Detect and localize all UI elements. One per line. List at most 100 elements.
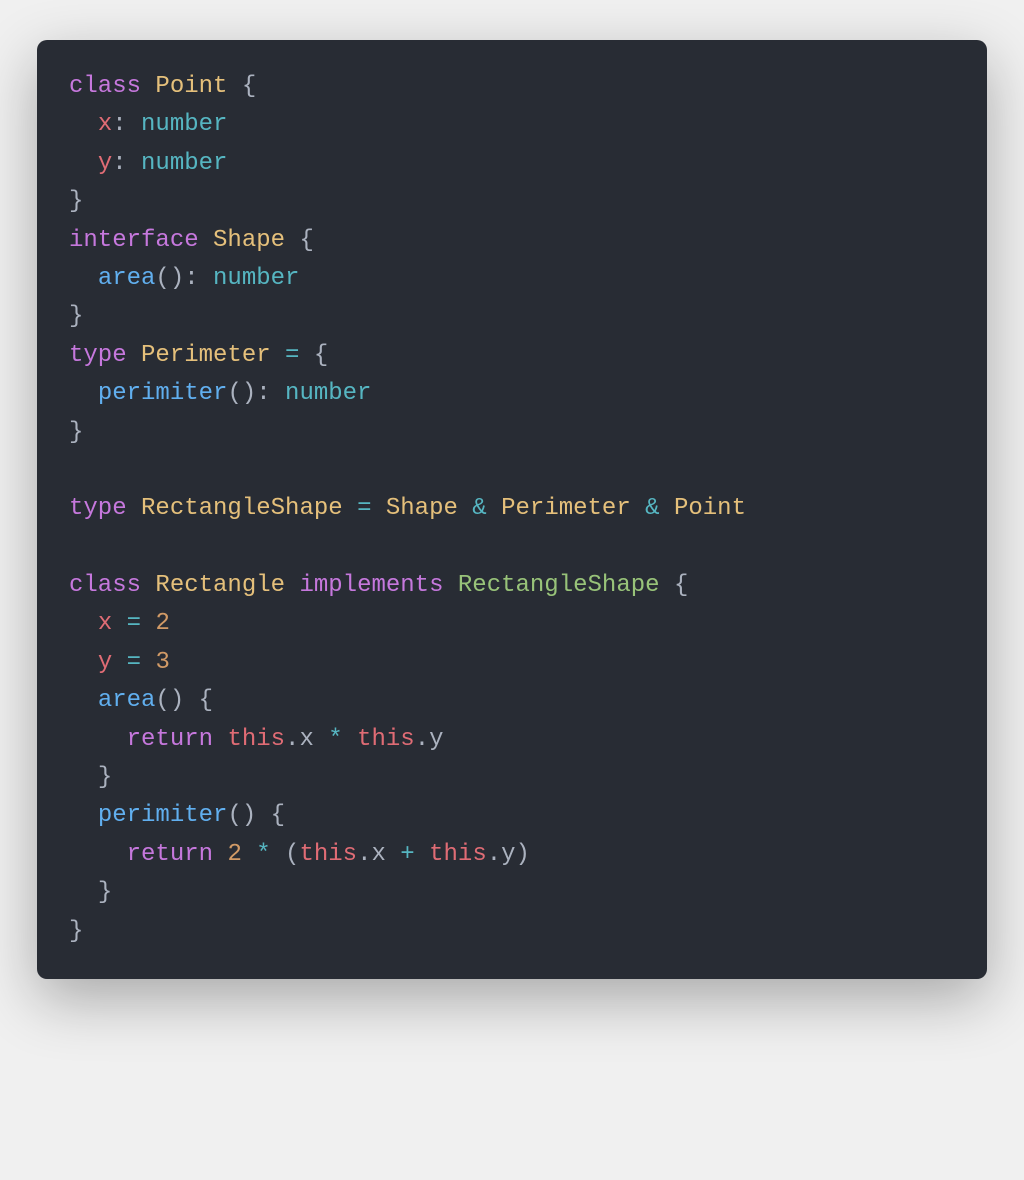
code-token: + — [400, 841, 414, 868]
code-token: this — [429, 841, 487, 868]
code-token — [112, 610, 126, 637]
code-token: RectangleShape — [458, 572, 660, 599]
code-token: } — [69, 419, 83, 446]
code-token: { — [271, 802, 285, 829]
code-token: y — [98, 649, 112, 676]
code-token: (): — [227, 380, 285, 407]
code-token: class — [69, 73, 141, 100]
code-token: (): — [155, 265, 213, 292]
code-token — [199, 227, 213, 254]
code-token: return — [127, 726, 213, 753]
code-token: * — [328, 726, 342, 753]
code-token — [112, 649, 126, 676]
code-window: class Point { x: number y: number } inte… — [37, 40, 987, 979]
code-token — [69, 802, 98, 829]
code-token: () — [227, 802, 270, 829]
code-token — [213, 726, 227, 753]
code-token — [141, 73, 155, 100]
code-token: perimiter — [98, 380, 228, 407]
code-token: : — [112, 150, 141, 177]
code-token: Rectangle — [155, 572, 285, 599]
code-block: class Point { x: number y: number } inte… — [69, 68, 955, 951]
code-token — [343, 495, 357, 522]
code-token — [69, 726, 127, 753]
code-token: } — [69, 303, 83, 330]
code-token: type — [69, 495, 127, 522]
code-token: () — [155, 687, 198, 714]
code-token: area — [98, 687, 156, 714]
code-token: .x — [357, 841, 400, 868]
code-token: area — [98, 265, 156, 292]
code-token — [487, 495, 501, 522]
code-token: Perimeter — [501, 495, 631, 522]
code-token: Shape — [386, 495, 458, 522]
code-token: 3 — [155, 649, 169, 676]
code-token — [299, 342, 313, 369]
code-token: .y) — [487, 841, 530, 868]
code-token: this — [299, 841, 357, 868]
code-token — [69, 879, 98, 906]
code-token: Perimeter — [141, 342, 271, 369]
code-token — [69, 687, 98, 714]
code-token — [69, 841, 127, 868]
code-token: * — [256, 841, 270, 868]
code-token — [69, 111, 98, 138]
code-token — [141, 649, 155, 676]
code-token: = — [357, 495, 371, 522]
code-token: Shape — [213, 227, 285, 254]
code-token: class — [69, 572, 141, 599]
code-token — [69, 380, 98, 407]
code-token: { — [674, 572, 688, 599]
code-token: } — [69, 188, 83, 215]
code-token — [660, 495, 674, 522]
code-token: ( — [271, 841, 300, 868]
code-token — [69, 265, 98, 292]
code-token: Point — [155, 73, 227, 100]
code-token — [458, 495, 472, 522]
code-token: 2 — [155, 610, 169, 637]
code-token: Point — [674, 495, 746, 522]
code-token: { — [199, 687, 213, 714]
code-token: this — [357, 726, 415, 753]
code-token: = — [285, 342, 299, 369]
code-token: 2 — [227, 841, 241, 868]
code-token — [371, 495, 385, 522]
code-token — [141, 610, 155, 637]
code-token: number — [213, 265, 299, 292]
code-token — [242, 841, 256, 868]
code-token: perimiter — [98, 802, 228, 829]
code-token: & — [472, 495, 486, 522]
code-token: x — [98, 610, 112, 637]
code-token — [443, 572, 457, 599]
code-token — [127, 342, 141, 369]
code-token: RectangleShape — [141, 495, 343, 522]
code-token — [69, 764, 98, 791]
code-token: y — [98, 150, 112, 177]
code-token — [69, 649, 98, 676]
code-token: number — [285, 380, 371, 407]
code-token: = — [127, 610, 141, 637]
code-token: this — [227, 726, 285, 753]
code-token: type — [69, 342, 127, 369]
code-token — [285, 572, 299, 599]
code-token: return — [127, 841, 213, 868]
code-token: .y — [415, 726, 444, 753]
code-token — [415, 841, 429, 868]
code-token: { — [314, 342, 328, 369]
code-token: number — [141, 111, 227, 138]
code-token — [631, 495, 645, 522]
code-token: & — [645, 495, 659, 522]
code-token: { — [242, 73, 256, 100]
code-token: interface — [69, 227, 199, 254]
code-token: : — [112, 111, 141, 138]
code-token: number — [141, 150, 227, 177]
code-token: .x — [285, 726, 328, 753]
code-token — [127, 495, 141, 522]
code-token: } — [98, 879, 112, 906]
code-token — [660, 572, 674, 599]
code-token — [69, 150, 98, 177]
code-token — [69, 610, 98, 637]
code-token — [271, 342, 285, 369]
code-token — [343, 726, 357, 753]
code-token: = — [127, 649, 141, 676]
